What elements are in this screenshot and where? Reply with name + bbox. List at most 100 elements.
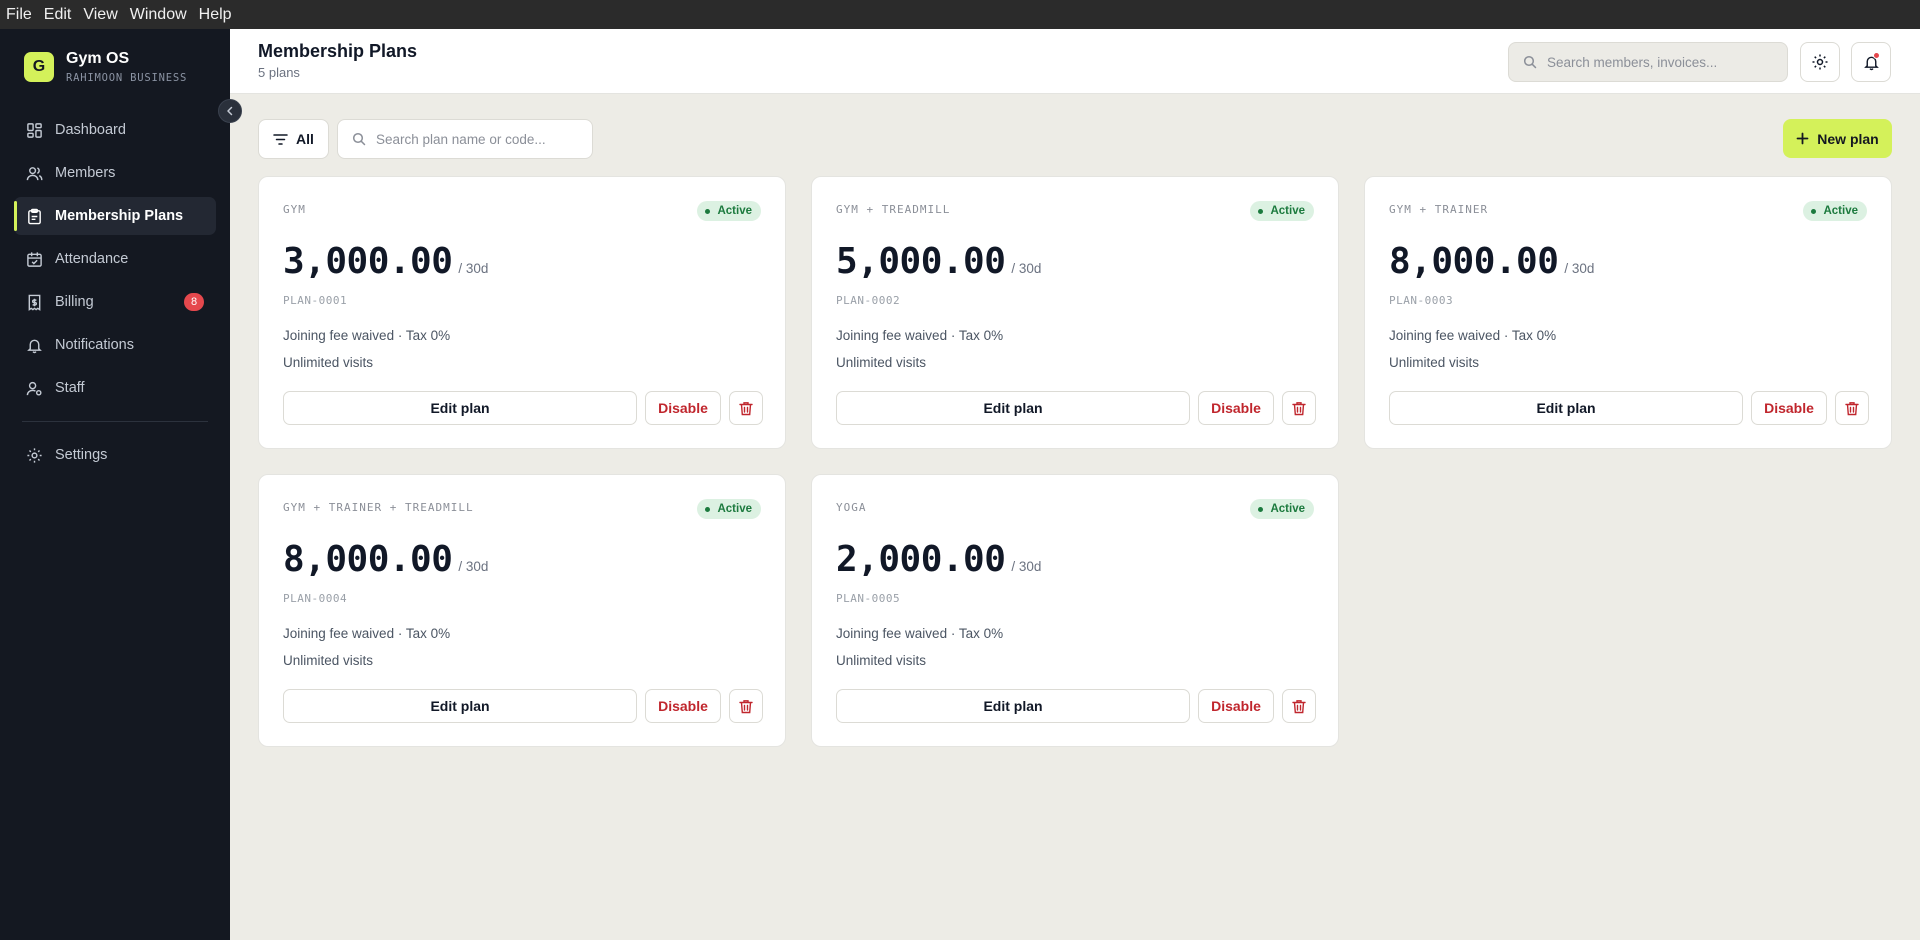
sidebar-item-notifications[interactable]: Notifications: [14, 326, 216, 364]
plan-period: / 30d: [1011, 559, 1042, 574]
plan-price: 3,000.00: [283, 241, 453, 282]
status-label: Active: [1823, 205, 1858, 217]
menu-edit[interactable]: Edit: [44, 6, 72, 24]
status-badge: Active: [1803, 201, 1867, 221]
plan-card: GYM Active 3,000.00 / 30d PLAN-0001 Joini…: [258, 176, 786, 449]
settings-button[interactable]: [1800, 42, 1840, 82]
brand-subtitle: RAHIMOON BUSINESS: [66, 72, 188, 84]
plan-code: PLAN-0002: [836, 294, 901, 307]
sidebar-item-label: Dashboard: [55, 122, 126, 138]
price-row: 3,000.00 / 30d: [283, 241, 488, 282]
disable-plan-button[interactable]: Disable: [645, 689, 721, 723]
users-icon: [26, 166, 43, 180]
plan-fee-tax: Joining fee waived · Tax 0%: [836, 328, 1004, 343]
edit-plan-button[interactable]: Edit plan: [836, 391, 1190, 425]
plan-visits: Unlimited visits: [836, 653, 927, 668]
sidebar-item-staff[interactable]: Staff: [14, 369, 216, 407]
unread-dot: [1873, 52, 1880, 59]
search-icon: [1523, 55, 1537, 69]
delete-plan-button[interactable]: [1282, 391, 1316, 425]
plan-card: GYM + TREADMILL Active 5,000.00 / 30d PLA…: [811, 176, 1339, 449]
plan-search-input[interactable]: [376, 131, 576, 147]
collapse-sidebar-button[interactable]: [218, 99, 242, 123]
status-dot-icon: [1811, 208, 1817, 214]
plans-grid: GYM Active 3,000.00 / 30d PLAN-0001 Joini…: [258, 176, 1892, 747]
sidebar-item-attendance[interactable]: Attendance: [14, 240, 216, 278]
sidebar-item-membership-plans[interactable]: Membership Plans: [14, 197, 216, 235]
trash-icon: [739, 699, 753, 713]
price-row: 8,000.00 / 30d: [1389, 241, 1594, 282]
staff-icon: [26, 381, 42, 396]
app-menubar: File Edit View Window Help: [0, 0, 1920, 29]
plan-card: GYM + TRAINER + TREADMILL Active 8,000.0…: [258, 474, 786, 747]
delete-plan-button[interactable]: [1282, 689, 1316, 723]
sidebar-item-label: Notifications: [55, 337, 134, 353]
status-badge: Active: [697, 499, 761, 519]
plan-fee-tax: Joining fee waived · Tax 0%: [836, 626, 1004, 641]
brand-logo: G: [24, 52, 54, 82]
delete-plan-button[interactable]: [729, 391, 763, 425]
edit-plan-button[interactable]: Edit plan: [836, 689, 1190, 723]
plan-card: GYM + TRAINER Active 8,000.00 / 30d PLAN-…: [1364, 176, 1892, 449]
plan-code: PLAN-0003: [1389, 294, 1454, 307]
plan-visits: Unlimited visits: [1389, 355, 1480, 370]
edit-plan-button[interactable]: Edit plan: [283, 689, 637, 723]
plan-price: 8,000.00: [1389, 241, 1559, 282]
edit-plan-button[interactable]: Edit plan: [283, 391, 637, 425]
status-dot-icon: [1258, 506, 1264, 512]
menu-file[interactable]: File: [6, 6, 32, 24]
notifications-button[interactable]: [1851, 42, 1891, 82]
sidebar-item-billing[interactable]: Billing 8: [14, 283, 216, 321]
dashboard-icon: [27, 122, 42, 138]
brand-text: Gym OS RAHIMOON BUSINESS: [66, 49, 187, 85]
sidebar-item-label: Membership Plans: [55, 208, 184, 224]
edit-plan-button[interactable]: Edit plan: [1389, 391, 1743, 425]
price-row: 2,000.00 / 30d: [836, 539, 1041, 580]
menu-window[interactable]: Window: [130, 6, 187, 24]
menu-view[interactable]: View: [83, 6, 117, 24]
status-label: Active: [1270, 503, 1305, 515]
disable-plan-button[interactable]: Disable: [1751, 391, 1827, 425]
plan-card: YOGA Active 2,000.00 / 30d PLAN-0005 Join…: [811, 474, 1339, 747]
gear-icon: [27, 447, 42, 463]
menu-help[interactable]: Help: [199, 6, 232, 24]
calendar-icon: [27, 251, 42, 267]
status-badge: Active: [697, 201, 761, 221]
plan-period: / 30d: [458, 261, 489, 276]
sidebar-item-dashboard[interactable]: Dashboard: [14, 111, 216, 149]
sidebar-item-label: Billing: [55, 294, 94, 310]
new-plan-button[interactable]: New plan: [1783, 119, 1892, 158]
gear-icon: [1812, 54, 1828, 70]
plan-period: / 30d: [1011, 261, 1042, 276]
price-row: 5,000.00 / 30d: [836, 241, 1041, 282]
plan-price: 8,000.00: [283, 539, 453, 580]
disable-plan-button[interactable]: Disable: [1198, 391, 1274, 425]
disable-plan-button[interactable]: Disable: [1198, 689, 1274, 723]
brand[interactable]: G Gym OS RAHIMOON BUSINESS: [24, 49, 187, 85]
sidebar-item-members[interactable]: Members: [14, 154, 216, 192]
trash-icon: [739, 401, 753, 415]
delete-plan-button[interactable]: [1835, 391, 1869, 425]
plan-name: GYM + TRAINER: [1389, 203, 1489, 216]
sidebar-item-label: Settings: [55, 447, 108, 463]
filter-button[interactable]: All: [258, 119, 329, 159]
plus-icon: [1796, 132, 1809, 145]
sidebar-item-settings[interactable]: Settings: [14, 436, 216, 474]
status-dot-icon: [705, 506, 711, 512]
status-label: Active: [717, 205, 752, 217]
plan-name: GYM + TREADMILL: [836, 203, 951, 216]
trash-icon: [1845, 401, 1859, 415]
plan-count: 5 plans: [258, 65, 300, 80]
sidebar-divider: [22, 421, 208, 422]
price-row: 8,000.00 / 30d: [283, 539, 488, 580]
billing-count-badge: 8: [184, 293, 204, 311]
global-search-input[interactable]: [1547, 54, 1777, 70]
delete-plan-button[interactable]: [729, 689, 763, 723]
plan-code: PLAN-0004: [283, 592, 348, 605]
plan-visits: Unlimited visits: [283, 653, 374, 668]
plan-search[interactable]: [337, 119, 593, 159]
disable-plan-button[interactable]: Disable: [645, 391, 721, 425]
global-search[interactable]: [1508, 42, 1788, 82]
plan-fee-tax: Joining fee waived · Tax 0%: [283, 328, 451, 343]
plan-name: GYM + TRAINER + TREADMILL: [283, 501, 474, 514]
